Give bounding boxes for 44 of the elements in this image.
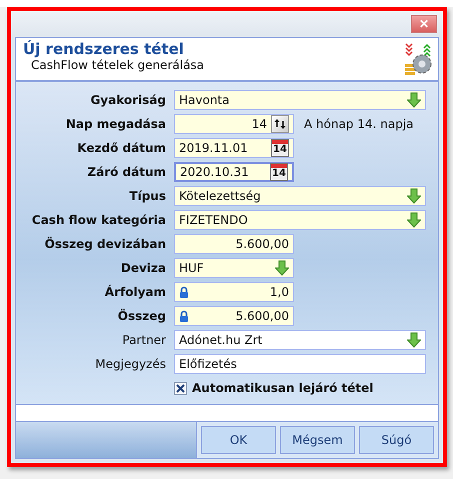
- field-label: Cash flow kategória: [30, 213, 167, 227]
- dropdown-field[interactable]: HUF: [174, 258, 294, 278]
- checkbox[interactable]: [174, 382, 187, 394]
- checkbox-label[interactable]: Automatikusan lejáró tétel: [192, 381, 374, 395]
- field-label: Megjegyzés: [94, 357, 167, 371]
- input-field[interactable]: 14: [174, 114, 294, 134]
- field-label: Összeg devizában: [44, 237, 167, 251]
- field-label: Összeg: [116, 309, 167, 323]
- date-field[interactable]: 2020.10.31 14: [174, 162, 294, 182]
- day-note: A hónap 14. napja: [304, 117, 414, 131]
- input-field[interactable]: 5.600,00: [174, 306, 294, 326]
- dropdown-field[interactable]: FIZETENDO: [174, 210, 426, 230]
- down-arrow-icon: [407, 188, 421, 204]
- field-label: Kezdő dátum: [76, 141, 167, 155]
- dropdown-field[interactable]: Kötelezettség: [174, 186, 426, 206]
- ok-button[interactable]: OK: [201, 426, 276, 454]
- input-field[interactable]: 1,0: [174, 282, 294, 302]
- down-arrow-icon: [407, 92, 421, 108]
- field-label: Gyakoriság: [89, 93, 167, 107]
- field-label: Deviza: [120, 261, 167, 275]
- lock-icon: [179, 310, 189, 322]
- help-button[interactable]: Súgó: [359, 426, 434, 454]
- calendar-icon[interactable]: 14: [271, 139, 289, 157]
- cancel-button[interactable]: Mégsem: [280, 426, 355, 454]
- field-label: Típus: [128, 189, 167, 203]
- down-arrow-icon: [407, 332, 421, 348]
- field-label: Záró dátum: [86, 165, 167, 179]
- dropdown-field[interactable]: Havonta: [174, 90, 426, 110]
- input-field[interactable]: Előfizetés: [174, 354, 426, 374]
- down-arrow-icon: [407, 212, 421, 228]
- field-label: Árfolyam: [104, 285, 167, 299]
- spinner-button[interactable]: [271, 115, 289, 133]
- dropdown-field[interactable]: Adónet.hu Zrt: [174, 330, 426, 350]
- dialog-title: Új rendszeres tétel: [23, 40, 185, 58]
- down-arrow-icon: [275, 260, 289, 276]
- field-label: Nap megadása: [64, 117, 167, 131]
- field-label: Partner: [121, 333, 167, 347]
- gear-coins-icon: [404, 42, 434, 76]
- dialog-subtitle: CashFlow tételek generálása: [31, 58, 204, 73]
- input-field[interactable]: 5.600,00: [174, 234, 294, 254]
- date-field[interactable]: 2019.11.01 14: [174, 138, 294, 158]
- lock-icon: [179, 286, 189, 298]
- calendar-icon[interactable]: 14: [270, 163, 288, 181]
- up-down-arrows-icon: [274, 118, 286, 130]
